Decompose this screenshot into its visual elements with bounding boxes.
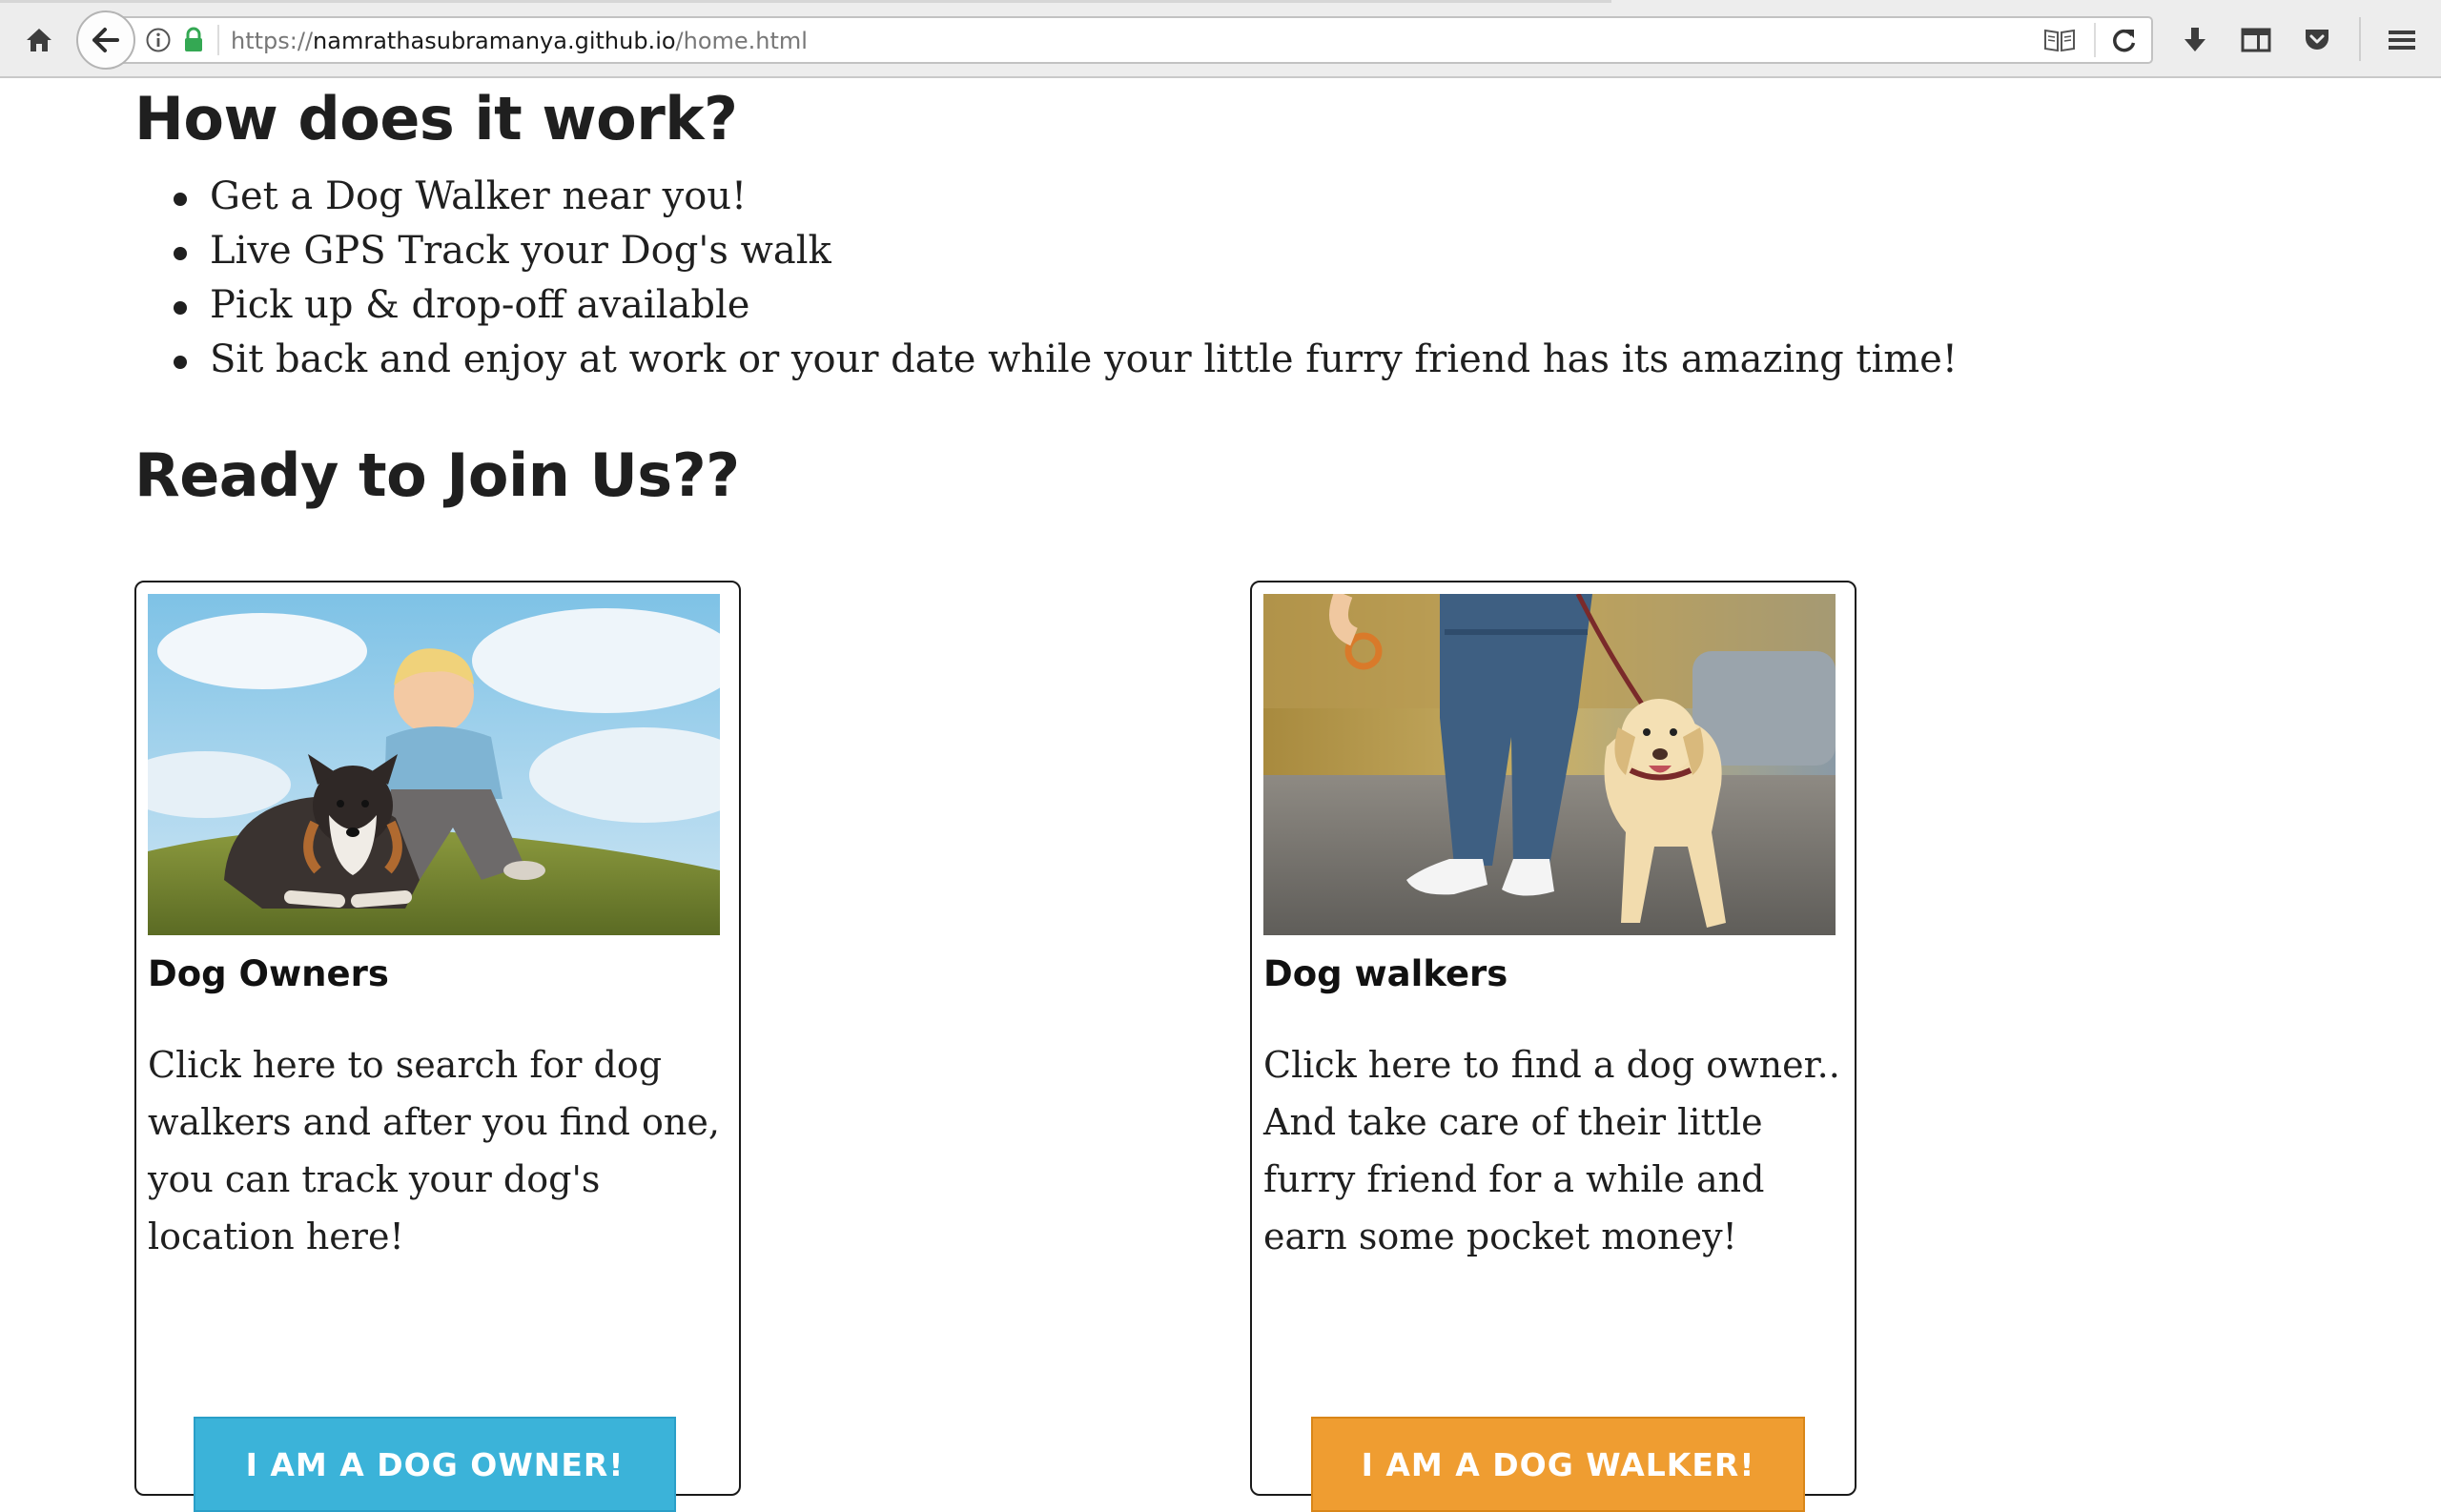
reader-view-icon[interactable] — [2039, 23, 2081, 57]
page-content: How does it work? Get a Dog Walker near … — [0, 80, 2441, 1512]
dog-owner-button[interactable]: I AM A DOG OWNER! — [194, 1417, 676, 1512]
dog-owners-image — [148, 594, 720, 935]
list-item: Sit back and enjoy at work or your date … — [174, 333, 1958, 387]
hamburger-menu-icon[interactable] — [2380, 21, 2424, 59]
how-it-works-list: Get a Dog Walker near you! Live GPS Trac… — [174, 170, 1958, 387]
toolbar-separator — [2359, 17, 2361, 61]
how-it-works-heading: How does it work? — [134, 84, 738, 153]
dog-walkers-description: Click here to find a dog owner.. And tak… — [1263, 1044, 1840, 1257]
url-scheme: https:// — [231, 28, 314, 54]
dog-walkers-card: Dog walkers Click here to find a dog own… — [1250, 581, 1856, 1512]
url-separator — [217, 25, 219, 55]
list-item: Get a Dog Walker near you! — [174, 170, 1958, 224]
download-icon[interactable] — [2174, 21, 2216, 59]
url-text[interactable]: https://namrathasubramanya.github.io/hom… — [231, 26, 808, 56]
dog-walker-button[interactable]: I AM A DOG WALKER! — [1311, 1417, 1805, 1512]
page-load-indicator — [0, 0, 1611, 3]
dog-owners-card: Dog Owners Click here to search for dog … — [134, 581, 741, 1512]
list-item: Live GPS Track your Dog's walk — [174, 224, 1958, 278]
url-host: namrathasubramanya.github.io — [313, 28, 676, 54]
pocket-icon[interactable] — [2296, 21, 2338, 59]
dog-owners-title: Dog Owners — [148, 953, 389, 994]
reload-icon[interactable] — [2103, 21, 2145, 59]
info-icon[interactable] — [143, 25, 174, 55]
browser-toolbar: https://namrathasubramanya.github.io/hom… — [0, 0, 2441, 78]
home-icon[interactable] — [17, 21, 61, 59]
url-separator — [2094, 23, 2096, 57]
url-path: /home.html — [675, 28, 808, 54]
lock-icon[interactable] — [181, 25, 206, 55]
join-heading: Ready to Join Us?? — [134, 440, 740, 510]
dog-walkers-image — [1263, 594, 1836, 935]
library-icon[interactable] — [2235, 21, 2277, 59]
list-item: Pick up & drop-off available — [174, 278, 1958, 333]
dog-walkers-title: Dog walkers — [1263, 953, 1508, 994]
back-arrow-icon[interactable] — [76, 10, 135, 70]
dog-owners-description: Click here to search for dog walkers and… — [148, 1044, 720, 1257]
